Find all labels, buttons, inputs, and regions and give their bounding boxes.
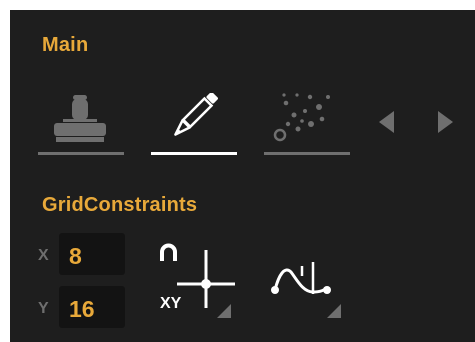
scatter-tool-button[interactable] xyxy=(264,93,350,155)
main-section-title: Main xyxy=(42,34,89,56)
scatter-spray-icon xyxy=(273,93,330,142)
previous-page-button[interactable] xyxy=(376,109,400,135)
pencil-tool-underline xyxy=(151,152,237,155)
grid-constraints-panel: Main GridConstraints X 8 Y 16 XY xyxy=(10,10,475,342)
pencil-icon xyxy=(174,93,218,136)
curve-constraint-button[interactable] xyxy=(269,252,349,322)
triangle-right-icon xyxy=(438,111,453,133)
stamp-tool-button[interactable] xyxy=(38,93,124,155)
snap-xy-label: XY xyxy=(160,295,182,312)
grid-y-input[interactable]: 16 xyxy=(59,286,125,328)
x-axis-label: X xyxy=(38,247,49,264)
grid-x-input[interactable]: 8 xyxy=(59,233,125,275)
stamp-icon xyxy=(54,95,106,142)
grid-constraints-title: GridConstraints xyxy=(42,194,198,216)
y-axis-label: Y xyxy=(38,300,49,317)
stamp-tool-underline xyxy=(38,152,124,155)
scatter-tool-underline xyxy=(264,152,350,155)
triangle-left-icon xyxy=(379,111,394,133)
snap-xy-button[interactable]: XY xyxy=(151,238,235,322)
curve-constraint-icon xyxy=(271,262,341,318)
pencil-tool-button[interactable] xyxy=(151,93,237,155)
next-page-button[interactable] xyxy=(432,109,456,135)
